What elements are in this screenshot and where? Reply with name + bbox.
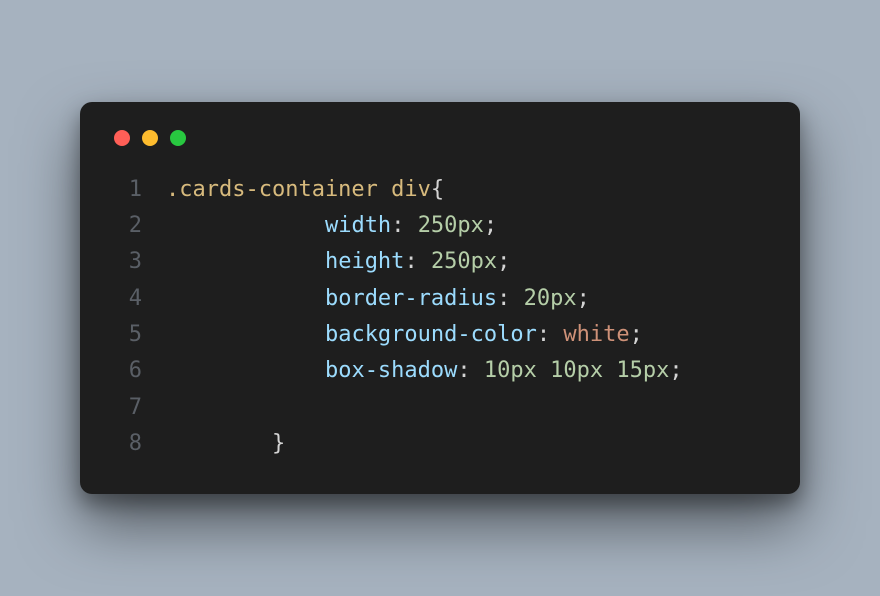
token-number: 10px	[484, 353, 537, 389]
token-colon: :	[537, 317, 550, 353]
token-number: 250px	[431, 244, 497, 280]
line-number: 7	[112, 390, 142, 426]
token-brace-close: }	[272, 426, 285, 462]
code-line: 7	[112, 390, 768, 426]
indent	[166, 208, 325, 244]
space	[418, 244, 431, 280]
indent	[166, 317, 325, 353]
space	[471, 353, 484, 389]
token-property: background-color	[325, 317, 537, 353]
token-colon: :	[457, 353, 470, 389]
token-number: 10px	[550, 353, 603, 389]
token-property: height	[325, 244, 404, 280]
indent	[166, 353, 325, 389]
space	[550, 317, 563, 353]
space	[378, 172, 391, 208]
token-semicolon: ;	[630, 317, 643, 353]
stage: 1 .cards-container div{ 2 width: 250px; …	[0, 0, 880, 596]
line-number: 3	[112, 244, 142, 280]
code-line: 2 width: 250px;	[112, 208, 768, 244]
token-property: box-shadow	[325, 353, 457, 389]
code-line: 5 background-color: white;	[112, 317, 768, 353]
token-selector-class: .cards-container	[166, 172, 378, 208]
space	[510, 281, 523, 317]
code-line: 4 border-radius: 20px;	[112, 281, 768, 317]
token-property: border-radius	[325, 281, 497, 317]
indent	[166, 281, 325, 317]
window-controls	[112, 130, 768, 146]
indent	[166, 244, 325, 280]
token-number: 250px	[418, 208, 484, 244]
token-semicolon: ;	[577, 281, 590, 317]
line-number: 1	[112, 172, 142, 208]
token-semicolon: ;	[669, 353, 682, 389]
token-semicolon: ;	[497, 244, 510, 280]
code-line: 6 box-shadow: 10px 10px 15px;	[112, 353, 768, 389]
token-property: width	[325, 208, 391, 244]
code-line: 3 height: 250px;	[112, 244, 768, 280]
space	[603, 353, 616, 389]
space	[537, 353, 550, 389]
token-number: 20px	[524, 281, 577, 317]
token-constant: white	[563, 317, 629, 353]
token-colon: :	[391, 208, 404, 244]
zoom-icon[interactable]	[170, 130, 186, 146]
space	[404, 208, 417, 244]
code-window: 1 .cards-container div{ 2 width: 250px; …	[80, 102, 800, 494]
code-block: 1 .cards-container div{ 2 width: 250px; …	[112, 172, 768, 462]
line-number: 2	[112, 208, 142, 244]
line-number: 4	[112, 281, 142, 317]
code-line: 1 .cards-container div{	[112, 172, 768, 208]
token-colon: :	[497, 281, 510, 317]
line-number: 8	[112, 426, 142, 462]
token-number: 15px	[616, 353, 669, 389]
token-colon: :	[404, 244, 417, 280]
line-number: 6	[112, 353, 142, 389]
line-number: 5	[112, 317, 142, 353]
indent	[166, 426, 272, 462]
token-brace-open: {	[431, 172, 444, 208]
close-icon[interactable]	[114, 130, 130, 146]
token-semicolon: ;	[484, 208, 497, 244]
code-line: 8 }	[112, 426, 768, 462]
token-selector-tag: div	[391, 172, 431, 208]
minimize-icon[interactable]	[142, 130, 158, 146]
